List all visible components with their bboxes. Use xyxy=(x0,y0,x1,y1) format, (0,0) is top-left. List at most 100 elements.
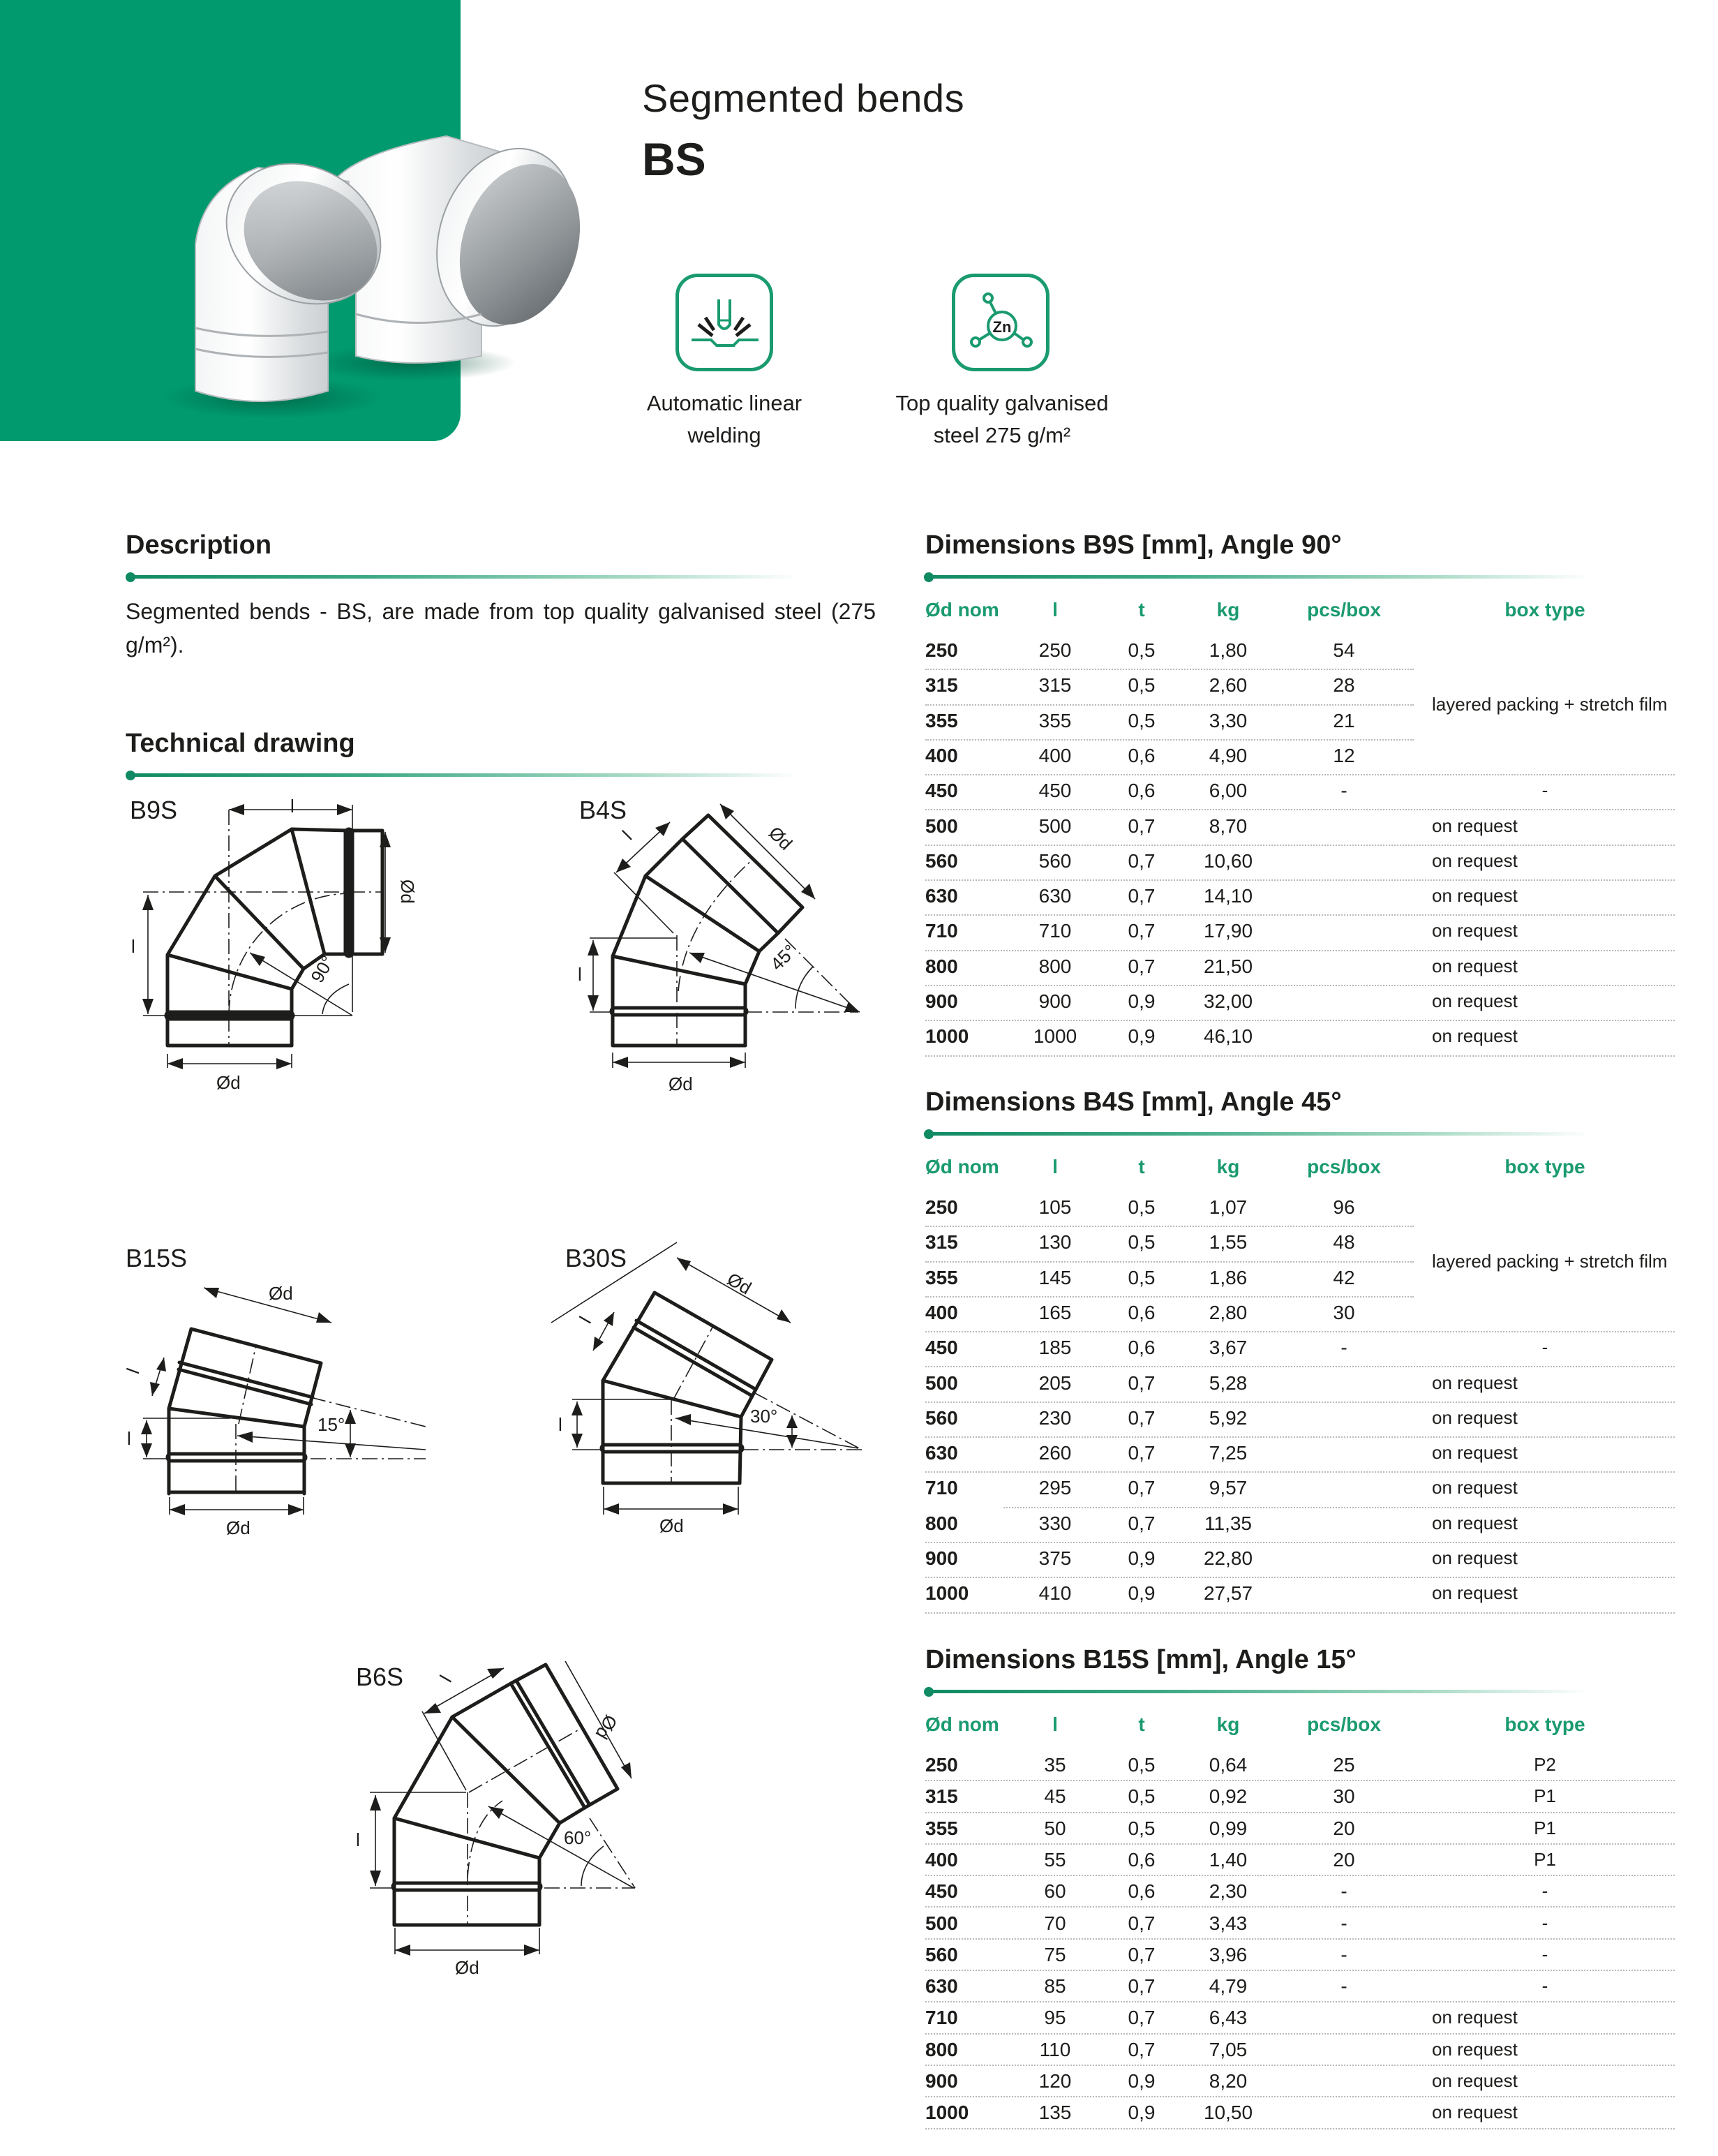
row-divider xyxy=(925,1366,1675,1368)
table-row: 630 85 0,7 4,79 - - xyxy=(925,1975,1675,2007)
row-divider xyxy=(925,1226,1414,1228)
row-divider xyxy=(925,1541,1675,1543)
table-cell: 48 xyxy=(1333,1231,1355,1254)
table-cell: 0,99 xyxy=(1209,1817,1248,1839)
table-cell: 0,7 xyxy=(1128,1943,1156,1965)
table-cell: 17,90 xyxy=(1203,920,1253,942)
table-cell: 0,9 xyxy=(1128,990,1156,1012)
table-cell: 60 xyxy=(1044,1880,1066,1903)
table-cell: 3,43 xyxy=(1209,1912,1248,1934)
table-cell: 35 xyxy=(1044,1754,1066,1776)
column-header: kg xyxy=(1216,599,1240,620)
cell-diameter: 500 xyxy=(925,1912,958,1934)
table-cell: 0,5 xyxy=(1128,1266,1156,1288)
table-header-row: Ød nom l t kg pcs/box box type xyxy=(925,1156,1675,1196)
row-divider xyxy=(925,1261,1414,1263)
table-cell: 85 xyxy=(1044,1975,1066,1998)
column-header: l xyxy=(1052,599,1058,620)
table-cell: 14,10 xyxy=(1203,885,1253,907)
row-divider xyxy=(925,1401,1675,1403)
table-cell: 0,6 xyxy=(1128,780,1156,802)
dim-label-l: l xyxy=(435,1672,456,1686)
dim-label-l: l xyxy=(122,1365,143,1376)
table-cell: - xyxy=(1541,1912,1548,1933)
table-cell: 315 xyxy=(1038,674,1072,697)
drawing-b6s: l l Ød Ød 60° xyxy=(356,1660,636,1978)
table-cell: 21 xyxy=(1333,709,1355,731)
dim-label-d: Ød xyxy=(397,879,418,904)
table-row: 560 230 0,7 5,92 on request xyxy=(925,1407,1675,1442)
table-row: 315 45 0,5 0,92 30 P1 xyxy=(925,1785,1675,1817)
table-cell: 0,5 xyxy=(1128,1817,1156,1839)
table-title: Dimensions B9S [mm], Angle 90° xyxy=(925,530,1342,560)
table-cell: - xyxy=(1541,1880,1548,1902)
row-divider xyxy=(925,1875,1675,1877)
column-header: kg xyxy=(1216,1713,1240,1735)
table-cell: 8,20 xyxy=(1209,2070,1248,2092)
table-cell: 0,7 xyxy=(1128,849,1156,872)
table-row: 250 105 0,5 1,07 96 xyxy=(925,1196,1675,1231)
cell-diameter: 800 xyxy=(925,2038,958,2060)
table-cell: 450 xyxy=(1038,780,1072,802)
table-cell: 145 xyxy=(1038,1266,1072,1288)
table-cell: 25 xyxy=(1333,1754,1355,1776)
table-row: 500 70 0,7 3,43 - - xyxy=(925,1912,1675,1944)
row-divider xyxy=(925,669,1414,671)
table-cell: 28 xyxy=(1333,674,1355,697)
table-cell: 6,00 xyxy=(1209,780,1248,802)
table-cell: on request xyxy=(1432,2038,1518,2060)
table-cell: 32,00 xyxy=(1203,990,1253,1012)
table-cell: 260 xyxy=(1038,1442,1072,1464)
table-cell: 0,7 xyxy=(1128,1975,1156,1998)
table-cell: 400 xyxy=(1038,744,1072,766)
table-cell: on request xyxy=(1432,990,1518,1011)
feature-welding xyxy=(675,274,773,371)
column-header: pcs/box xyxy=(1307,599,1381,620)
table-cell: 0,5 xyxy=(1128,1231,1156,1254)
table-cell: 42 xyxy=(1333,1266,1355,1288)
dimension-table: Ød nom l t kg pcs/box box type 250 250 0,5 1,80 54… xyxy=(925,599,1675,1057)
table-cell: 800 xyxy=(1038,955,1072,977)
table-row: 900 375 0,9 22,80 on request xyxy=(925,1547,1675,1582)
cell-diameter: 315 xyxy=(925,1785,958,1808)
box-type-merged: layered packing + stretch film xyxy=(1432,1250,1668,1272)
row-divider xyxy=(925,738,1414,741)
row-divider xyxy=(925,1612,1675,1614)
dim-label-l: l xyxy=(578,964,582,985)
table-cell: 96 xyxy=(1333,1196,1355,1218)
table-cell: on request xyxy=(1432,1371,1518,1393)
row-divider xyxy=(925,1020,1675,1022)
cell-diameter: 1000 xyxy=(925,1582,969,1605)
row-divider xyxy=(925,1970,1675,1972)
product-code-title: BS xyxy=(642,133,706,185)
table-row: 1000 135 0,9 10,50 on request xyxy=(925,2102,1675,2133)
table-cell: - xyxy=(1340,1912,1347,1934)
table-cell: 0,7 xyxy=(1128,1442,1156,1464)
table-cell: 0,7 xyxy=(1128,2038,1156,2060)
caption-line: welding xyxy=(687,423,761,447)
table-row: 355 50 0,5 0,99 20 P1 xyxy=(925,1817,1675,1849)
dim-label-l: l xyxy=(131,936,135,957)
table-cell: 710 xyxy=(1038,920,1072,942)
zn-label: Zn xyxy=(993,318,1012,336)
table-row: 1000 1000 0,9 46,10 on request xyxy=(925,1025,1675,1060)
cell-diameter: 355 xyxy=(925,1817,958,1839)
table-cell: 105 xyxy=(1038,1196,1072,1218)
table-cell: 205 xyxy=(1038,1371,1072,1394)
cell-diameter: 315 xyxy=(925,1231,958,1254)
column-header: kg xyxy=(1216,1156,1240,1177)
table-cell: 8,70 xyxy=(1209,815,1248,837)
row-divider xyxy=(925,2127,1675,2129)
heading-rule xyxy=(128,575,798,579)
table-cell: 230 xyxy=(1038,1406,1072,1429)
table-cell: 20 xyxy=(1333,1817,1355,1839)
column-header: Ød nom xyxy=(925,599,999,620)
row-divider xyxy=(925,704,1414,706)
cell-diameter: 560 xyxy=(925,1406,958,1429)
cell-diameter: 630 xyxy=(925,1442,958,1464)
table-row: 560 75 0,7 3,96 - - xyxy=(925,1944,1675,1975)
cell-diameter: 800 xyxy=(925,955,958,977)
drawing-b30s: Ød Ød l l 30° xyxy=(551,1242,862,1536)
table-cell: 2,60 xyxy=(1209,674,1248,697)
table-cell: 5,28 xyxy=(1209,1371,1248,1394)
